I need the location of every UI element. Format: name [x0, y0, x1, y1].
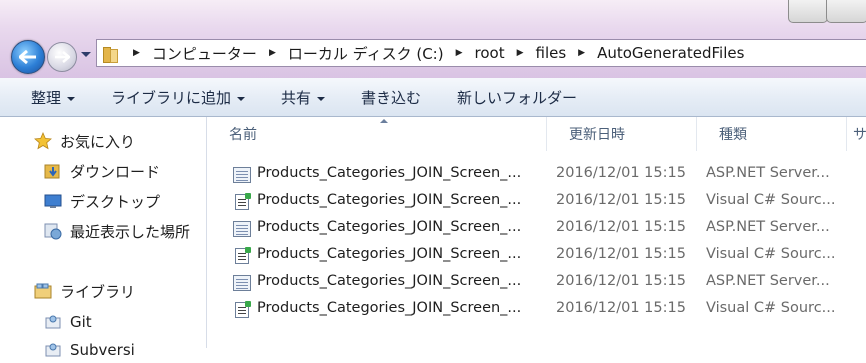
- nav-favorites-label: お気に入り: [60, 132, 136, 151]
- back-arrow-icon: [19, 50, 36, 64]
- aspx-file-icon: [233, 167, 251, 183]
- burn-button[interactable]: 書き込む: [361, 87, 421, 108]
- cs-file-icon: [235, 301, 251, 318]
- file-name: Products_Categories_JOIN_Screen_...: [257, 246, 522, 262]
- recent-locations-dropdown[interactable]: [81, 52, 91, 57]
- forward-arrow-icon: [55, 51, 70, 63]
- breadcrumb-local-disk[interactable]: ローカル ディスク (C:): [288, 43, 444, 64]
- chevron-right-icon[interactable]: ▶: [269, 48, 276, 58]
- breadcrumb-files[interactable]: files: [536, 44, 567, 62]
- file-row[interactable]: Products_Categories_JOIN_Screen_... 2016…: [207, 269, 866, 296]
- file-row[interactable]: Products_Categories_JOIN_Screen_... 2016…: [207, 242, 866, 269]
- recent-places-icon: [44, 222, 62, 240]
- nav-favorites[interactable]: お気に入り: [34, 130, 135, 152]
- organize-button[interactable]: 整理: [31, 87, 76, 108]
- column-header-date[interactable]: 更新日時: [547, 117, 697, 151]
- file-type: ASP.NET Server...: [706, 219, 830, 235]
- nav-libraries[interactable]: ライブラリ: [34, 280, 135, 302]
- column-size-label: サ: [853, 127, 866, 143]
- dropdown-arrow-icon: [237, 96, 246, 101]
- file-date: 2016/12/01 15:15: [556, 300, 686, 316]
- chevron-right-icon[interactable]: ▶: [133, 48, 140, 58]
- nav-recent-places[interactable]: 最近表示した場所: [44, 220, 190, 242]
- file-type: Visual C# Sourc...: [706, 246, 836, 262]
- file-type: ASP.NET Server...: [706, 273, 830, 289]
- file-date: 2016/12/01 15:15: [556, 219, 686, 235]
- nav-downloads-label: ダウンロード: [70, 162, 161, 181]
- column-header-size[interactable]: サ: [847, 117, 866, 151]
- nav-git[interactable]: Git: [44, 311, 92, 333]
- dropdown-arrow-icon: [317, 96, 326, 101]
- star-icon: [34, 131, 52, 150]
- desktop-icon: [44, 192, 62, 210]
- new-folder-label: 新しいフォルダー: [457, 89, 578, 107]
- dropdown-arrow-icon: [67, 96, 76, 101]
- downloads-folder-icon: [44, 162, 62, 180]
- chevron-right-icon[interactable]: ▶: [456, 48, 463, 58]
- forward-button[interactable]: [47, 42, 77, 72]
- file-name: Products_Categories_JOIN_Screen_...: [257, 273, 522, 289]
- file-type: Visual C# Sourc...: [706, 192, 836, 208]
- nav-desktop[interactable]: デスクトップ: [44, 190, 160, 212]
- organize-label: 整理: [31, 89, 62, 107]
- library-icon: [44, 313, 62, 331]
- file-name: Products_Categories_JOIN_Screen_...: [257, 219, 522, 235]
- nav-recent-label: 最近表示した場所: [70, 222, 191, 241]
- command-bar: 整理 ライブラリに追加 共有 書き込む 新しいフォルダー: [0, 78, 866, 117]
- new-folder-button[interactable]: 新しいフォルダー: [457, 87, 577, 108]
- file-name: Products_Categories_JOIN_Screen_...: [257, 192, 522, 208]
- file-date: 2016/12/01 15:15: [556, 165, 686, 181]
- share-button[interactable]: 共有: [281, 87, 326, 108]
- nav-subversion-label: Subversi: [70, 341, 135, 359]
- aspx-file-icon: [233, 275, 251, 291]
- title-bar: ▶ コンピューター ▶ ローカル ディスク (C:) ▶ root ▶ file…: [0, 0, 866, 79]
- file-row[interactable]: Products_Categories_JOIN_Screen_... 2016…: [207, 215, 866, 242]
- chevron-right-icon[interactable]: ▶: [517, 48, 524, 58]
- file-name: Products_Categories_JOIN_Screen_...: [257, 300, 522, 316]
- file-list: 名前 更新日時 種類 サ Products_Categories_JOIN_Sc…: [207, 117, 866, 348]
- column-name-label: 名前: [229, 127, 257, 143]
- nav-desktop-label: デスクトップ: [70, 192, 161, 211]
- minimize-button[interactable]: [788, 0, 828, 23]
- back-button[interactable]: [11, 40, 45, 74]
- share-label: 共有: [281, 89, 312, 107]
- file-row[interactable]: Products_Categories_JOIN_Screen_... 2016…: [207, 161, 866, 188]
- maximize-button[interactable]: [826, 0, 866, 23]
- file-type: Visual C# Sourc...: [706, 300, 836, 316]
- cs-file-icon: [235, 247, 251, 264]
- file-date: 2016/12/01 15:15: [556, 192, 686, 208]
- breadcrumb-computer[interactable]: コンピューター: [152, 43, 257, 64]
- column-type-label: 種類: [719, 127, 747, 143]
- column-header-name[interactable]: 名前: [207, 117, 547, 151]
- cs-file-icon: [235, 193, 251, 210]
- aspx-file-icon: [233, 221, 251, 237]
- column-header-type[interactable]: 種類: [697, 117, 847, 151]
- file-type: ASP.NET Server...: [706, 165, 830, 181]
- nav-downloads[interactable]: ダウンロード: [44, 160, 160, 182]
- include-library-label: ライブラリに追加: [111, 89, 232, 107]
- folder-icon: [103, 45, 121, 63]
- file-date: 2016/12/01 15:15: [556, 246, 686, 262]
- column-date-label: 更新日時: [569, 127, 625, 143]
- file-row[interactable]: Products_Categories_JOIN_Screen_... 2016…: [207, 188, 866, 215]
- burn-label: 書き込む: [361, 89, 422, 107]
- include-in-library-button[interactable]: ライブラリに追加: [111, 87, 246, 108]
- navigation-pane: お気に入り ダウンロード デスクトップ 最近表示した場所 ライブラリ Git S…: [0, 117, 207, 359]
- breadcrumb-autogeneratedfiles[interactable]: AutoGeneratedFiles: [597, 44, 744, 62]
- file-row[interactable]: Products_Categories_JOIN_Screen_... 2016…: [207, 296, 866, 323]
- nav-git-label: Git: [70, 313, 92, 331]
- chevron-right-icon[interactable]: ▶: [578, 48, 585, 58]
- address-bar[interactable]: ▶ コンピューター ▶ ローカル ディスク (C:) ▶ root ▶ file…: [96, 39, 866, 67]
- file-date: 2016/12/01 15:15: [556, 273, 686, 289]
- nav-subversion[interactable]: Subversi: [44, 339, 135, 361]
- nav-libraries-label: ライブラリ: [60, 282, 136, 301]
- libraries-icon: [34, 282, 52, 300]
- file-name: Products_Categories_JOIN_Screen_...: [257, 165, 522, 181]
- breadcrumb-root[interactable]: root: [475, 44, 505, 62]
- library-icon: [44, 341, 62, 359]
